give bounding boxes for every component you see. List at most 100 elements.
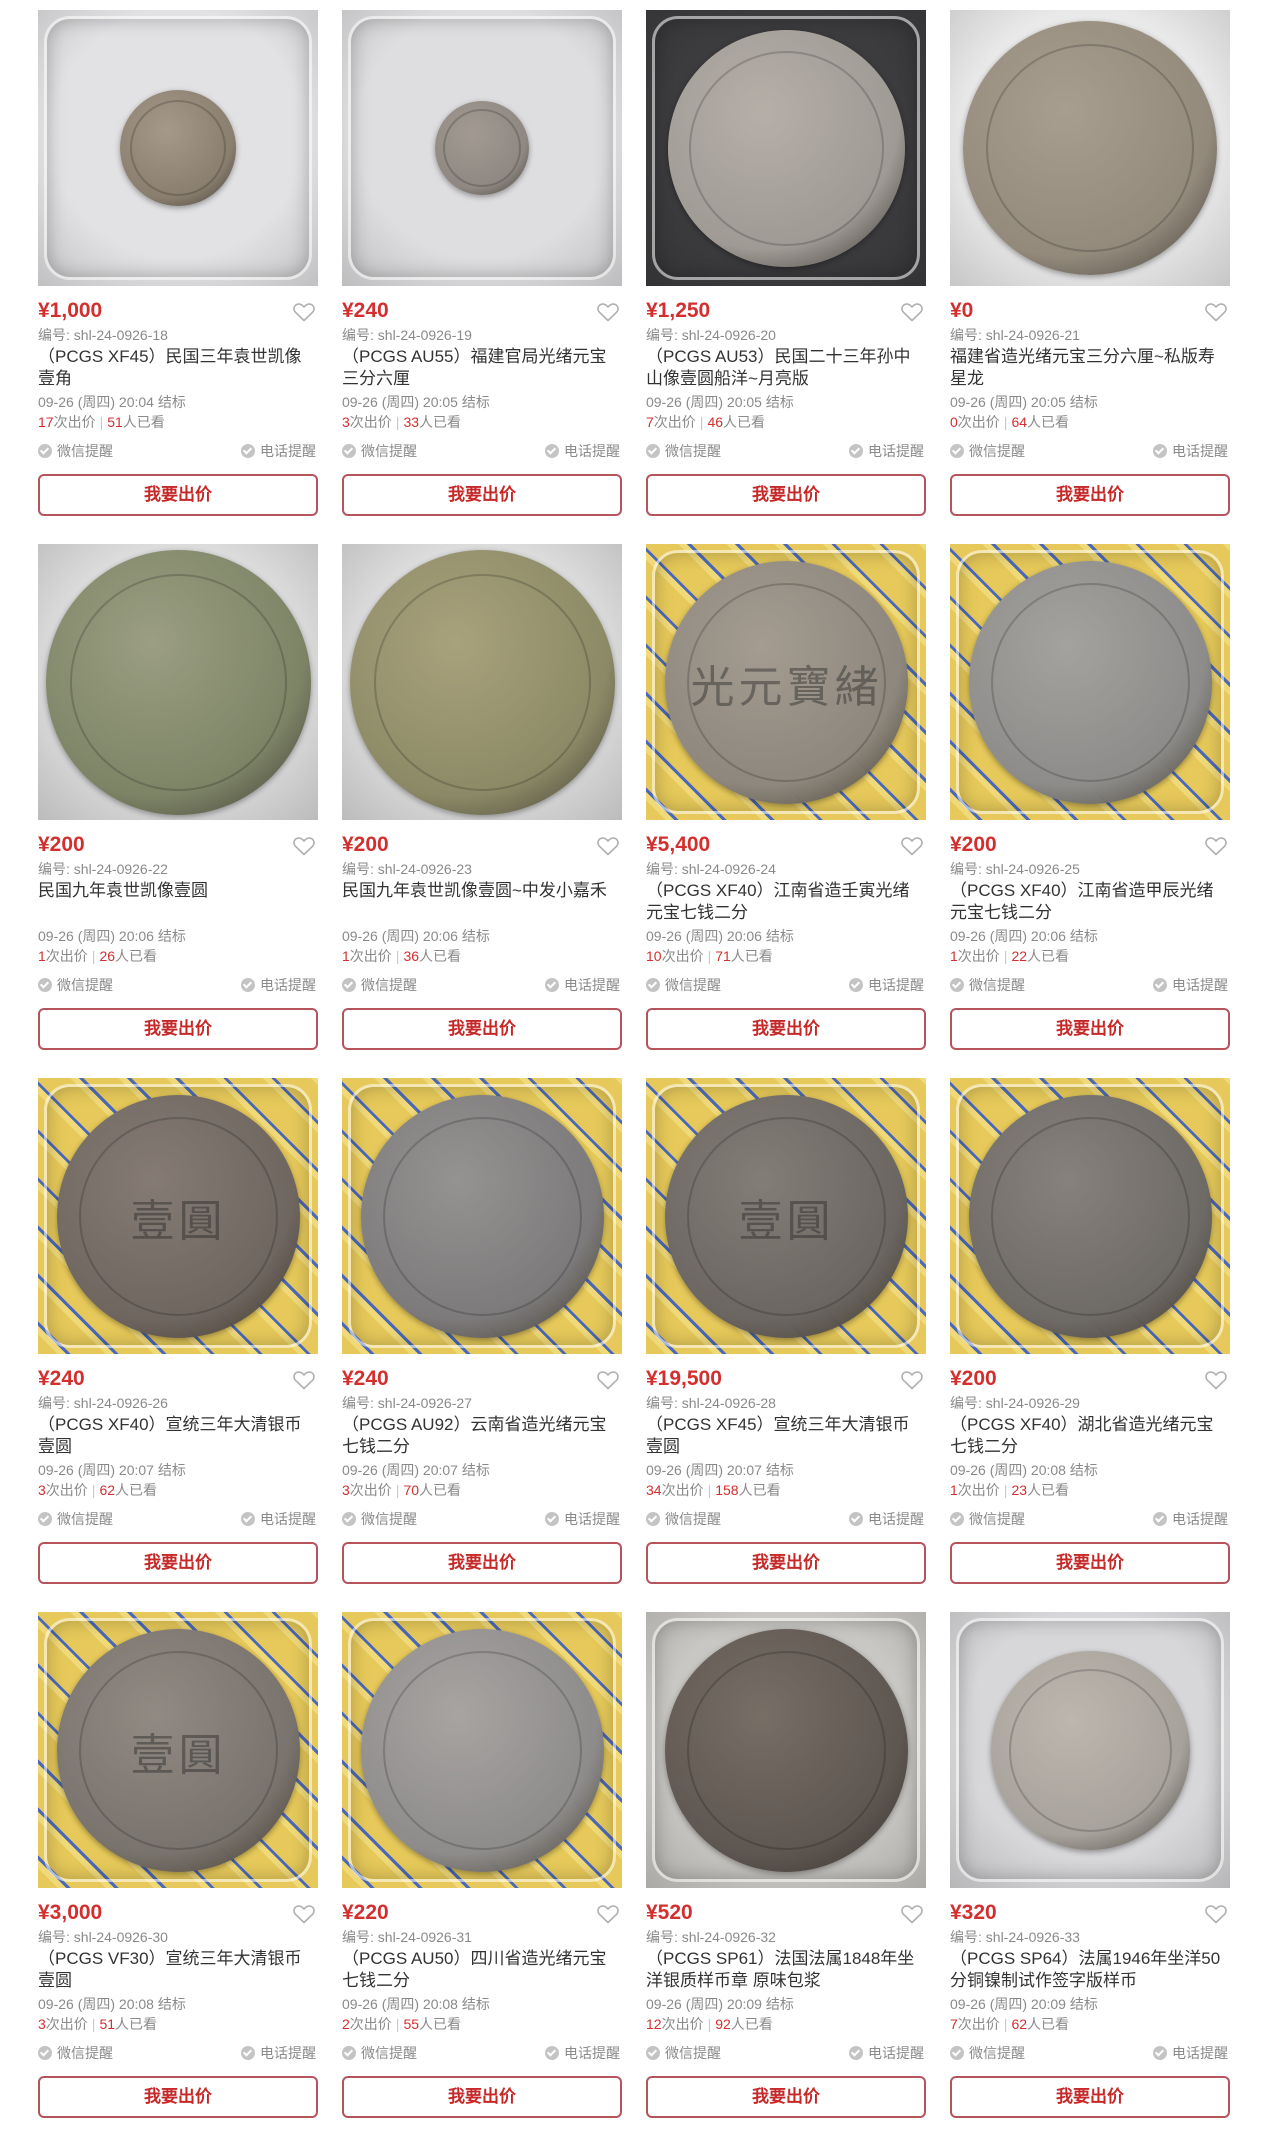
phone-reminder[interactable]: 电话提醒 <box>849 2040 924 2066</box>
coin-photo[interactable] <box>950 1612 1230 1888</box>
lot-card[interactable]: ¥200 编号: shl-24-0926-29 （PCGS XF40）湖北省造光… <box>950 1078 1230 1612</box>
coin-photo[interactable] <box>950 544 1230 820</box>
place-bid-button[interactable]: 我要出价 <box>342 474 622 516</box>
place-bid-button[interactable]: 我要出价 <box>38 474 318 516</box>
wechat-reminder[interactable]: 微信提醒 <box>342 1506 417 1532</box>
lot-card[interactable]: ¥200 编号: shl-24-0926-23 民国九年袁世凯像壹圆~中发小嘉禾… <box>342 544 622 1078</box>
heart-icon[interactable] <box>900 834 924 858</box>
heart-icon[interactable] <box>900 300 924 324</box>
lot-card[interactable]: 壹圓 ¥19,500 编号: shl-24-0926-28 （PCGS XF45… <box>646 1078 926 1612</box>
heart-icon[interactable] <box>1204 834 1228 858</box>
lot-card[interactable]: ¥240 编号: shl-24-0926-27 （PCGS AU92）云南省造光… <box>342 1078 622 1612</box>
coin-photo[interactable]: 壹圓 <box>38 1078 318 1354</box>
place-bid-button[interactable]: 我要出价 <box>646 2076 926 2118</box>
wechat-reminder[interactable]: 微信提醒 <box>950 2040 1025 2066</box>
place-bid-button[interactable]: 我要出价 <box>950 2076 1230 2118</box>
lot-card[interactable]: ¥200 编号: shl-24-0926-25 （PCGS XF40）江南省造甲… <box>950 544 1230 1078</box>
phone-reminder[interactable]: 电话提醒 <box>241 1506 316 1532</box>
lot-title[interactable]: （PCGS XF40）江南省造甲辰光绪元宝七钱二分 <box>950 880 1230 924</box>
heart-icon[interactable] <box>1204 1368 1228 1392</box>
wechat-reminder[interactable]: 微信提醒 <box>646 1506 721 1532</box>
lot-card[interactable]: 光元寶緒 ¥5,400 编号: shl-24-0926-24 （PCGS XF4… <box>646 544 926 1078</box>
heart-icon[interactable] <box>596 300 620 324</box>
lot-card[interactable]: ¥220 编号: shl-24-0926-31 （PCGS AU50）四川省造光… <box>342 1612 622 2146</box>
coin-photo[interactable] <box>646 1612 926 1888</box>
lot-title[interactable]: （PCGS AU50）四川省造光绪元宝七钱二分 <box>342 1948 622 1992</box>
heart-icon[interactable] <box>292 834 316 858</box>
phone-reminder[interactable]: 电话提醒 <box>241 2040 316 2066</box>
wechat-reminder[interactable]: 微信提醒 <box>38 972 113 998</box>
phone-reminder[interactable]: 电话提醒 <box>849 972 924 998</box>
lot-card[interactable]: ¥200 编号: shl-24-0926-22 民国九年袁世凯像壹圆 09-26… <box>38 544 318 1078</box>
place-bid-button[interactable]: 我要出价 <box>38 1008 318 1050</box>
coin-photo[interactable] <box>38 10 318 286</box>
lot-card[interactable]: ¥1,000 编号: shl-24-0926-18 （PCGS XF45）民国三… <box>38 10 318 544</box>
lot-card[interactable]: ¥1,250 编号: shl-24-0926-20 （PCGS AU53）民国二… <box>646 10 926 544</box>
lot-title[interactable]: 民国九年袁世凯像壹圆 <box>38 880 318 924</box>
lot-card[interactable]: ¥0 编号: shl-24-0926-21 福建省造光绪元宝三分六厘~私版寿星龙… <box>950 10 1230 544</box>
place-bid-button[interactable]: 我要出价 <box>646 1542 926 1584</box>
phone-reminder[interactable]: 电话提醒 <box>849 1506 924 1532</box>
lot-card[interactable]: 壹圓 ¥3,000 编号: shl-24-0926-30 （PCGS VF30）… <box>38 1612 318 2146</box>
phone-reminder[interactable]: 电话提醒 <box>1153 972 1228 998</box>
heart-icon[interactable] <box>900 1368 924 1392</box>
coin-photo[interactable]: 壹圓 <box>646 1078 926 1354</box>
lot-card[interactable]: ¥320 编号: shl-24-0926-33 （PCGS SP64）法属194… <box>950 1612 1230 2146</box>
wechat-reminder[interactable]: 微信提醒 <box>342 972 417 998</box>
coin-photo[interactable]: 光元寶緒 <box>646 544 926 820</box>
lot-title[interactable]: （PCGS SP64）法属1946年坐洋50分铜镍制试作签字版样币 <box>950 1948 1230 1992</box>
phone-reminder[interactable]: 电话提醒 <box>545 972 620 998</box>
coin-photo[interactable] <box>342 1612 622 1888</box>
heart-icon[interactable] <box>1204 1902 1228 1926</box>
place-bid-button[interactable]: 我要出价 <box>646 1008 926 1050</box>
wechat-reminder[interactable]: 微信提醒 <box>342 2040 417 2066</box>
coin-photo[interactable] <box>646 10 926 286</box>
place-bid-button[interactable]: 我要出价 <box>38 2076 318 2118</box>
wechat-reminder[interactable]: 微信提醒 <box>38 2040 113 2066</box>
phone-reminder[interactable]: 电话提醒 <box>1153 2040 1228 2066</box>
phone-reminder[interactable]: 电话提醒 <box>1153 438 1228 464</box>
heart-icon[interactable] <box>596 1368 620 1392</box>
phone-reminder[interactable]: 电话提醒 <box>1153 1506 1228 1532</box>
wechat-reminder[interactable]: 微信提醒 <box>950 1506 1025 1532</box>
wechat-reminder[interactable]: 微信提醒 <box>950 438 1025 464</box>
heart-icon[interactable] <box>900 1902 924 1926</box>
wechat-reminder[interactable]: 微信提醒 <box>38 438 113 464</box>
coin-photo[interactable] <box>342 544 622 820</box>
wechat-reminder[interactable]: 微信提醒 <box>38 1506 113 1532</box>
coin-photo[interactable] <box>950 1078 1230 1354</box>
phone-reminder[interactable]: 电话提醒 <box>545 2040 620 2066</box>
coin-photo[interactable]: 壹圓 <box>38 1612 318 1888</box>
place-bid-button[interactable]: 我要出价 <box>950 1542 1230 1584</box>
lot-title[interactable]: 福建省造光绪元宝三分六厘~私版寿星龙 <box>950 346 1230 390</box>
heart-icon[interactable] <box>1204 300 1228 324</box>
place-bid-button[interactable]: 我要出价 <box>342 1542 622 1584</box>
place-bid-button[interactable]: 我要出价 <box>950 1008 1230 1050</box>
coin-photo[interactable] <box>342 1078 622 1354</box>
wechat-reminder[interactable]: 微信提醒 <box>342 438 417 464</box>
lot-title[interactable]: （PCGS XF40）宣统三年大清银币壹圆 <box>38 1414 318 1458</box>
lot-card[interactable]: ¥240 编号: shl-24-0926-19 （PCGS AU55）福建官局光… <box>342 10 622 544</box>
place-bid-button[interactable]: 我要出价 <box>342 1008 622 1050</box>
lot-title[interactable]: （PCGS VF30）宣统三年大清银币壹圆 <box>38 1948 318 1992</box>
wechat-reminder[interactable]: 微信提醒 <box>646 438 721 464</box>
heart-icon[interactable] <box>292 1902 316 1926</box>
heart-icon[interactable] <box>292 300 316 324</box>
wechat-reminder[interactable]: 微信提醒 <box>950 972 1025 998</box>
coin-photo[interactable] <box>342 10 622 286</box>
lot-title[interactable]: （PCGS SP61）法国法属1848年坐洋银质样币章 原味包浆 <box>646 1948 926 1992</box>
phone-reminder[interactable]: 电话提醒 <box>545 438 620 464</box>
lot-title[interactable]: （PCGS XF45）民国三年袁世凯像壹角 <box>38 346 318 390</box>
lot-card[interactable]: ¥520 编号: shl-24-0926-32 （PCGS SP61）法国法属1… <box>646 1612 926 2146</box>
lot-title[interactable]: （PCGS XF45）宣统三年大清银币壹圆 <box>646 1414 926 1458</box>
lot-title[interactable]: （PCGS XF40）湖北省造光绪元宝七钱二分 <box>950 1414 1230 1458</box>
wechat-reminder[interactable]: 微信提醒 <box>646 2040 721 2066</box>
heart-icon[interactable] <box>596 1902 620 1926</box>
lot-title[interactable]: （PCGS AU92）云南省造光绪元宝七钱二分 <box>342 1414 622 1458</box>
lot-title[interactable]: （PCGS AU55）福建官局光绪元宝三分六厘 <box>342 346 622 390</box>
lot-title[interactable]: （PCGS AU53）民国二十三年孙中山像壹圆船洋~月亮版 <box>646 346 926 390</box>
place-bid-button[interactable]: 我要出价 <box>342 2076 622 2118</box>
coin-photo[interactable] <box>38 544 318 820</box>
phone-reminder[interactable]: 电话提醒 <box>241 972 316 998</box>
wechat-reminder[interactable]: 微信提醒 <box>646 972 721 998</box>
